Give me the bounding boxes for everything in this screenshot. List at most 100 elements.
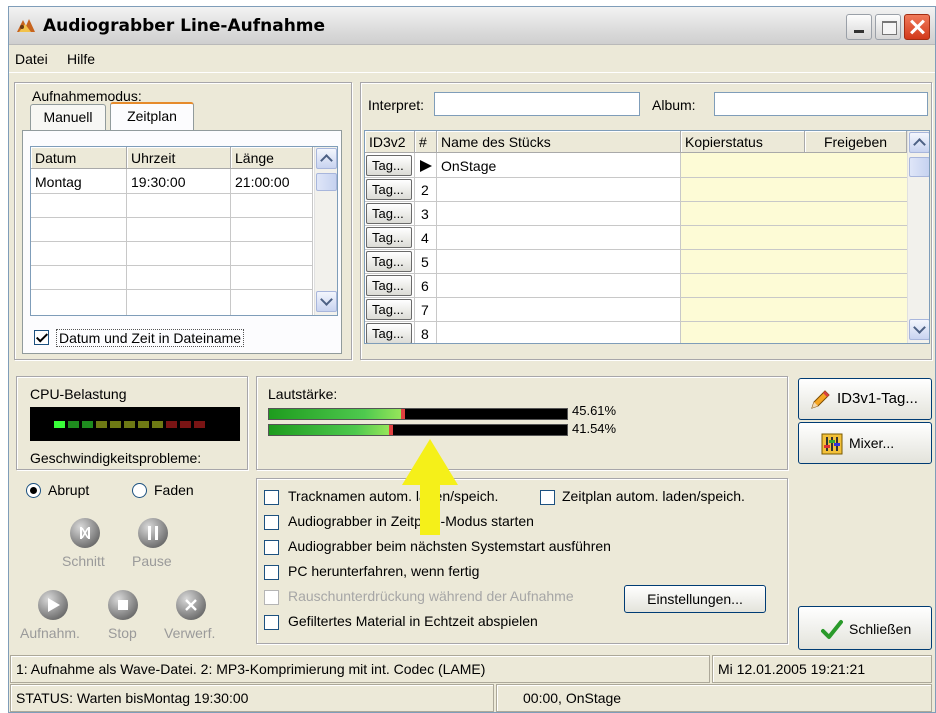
tag-button-row-7[interactable]: Tag... [366,299,412,320]
info-datetime: Mi 12.01.2005 19:21:21 [712,655,932,683]
track-number-row-6: 6 [421,278,429,294]
artist-label: Interpret: [368,97,425,113]
record-label: Aufnahm. [20,625,80,641]
tag-button-row-2[interactable]: Tag... [366,179,412,200]
tab-manual[interactable]: Manuell [30,104,106,130]
record-button[interactable] [38,590,68,620]
id3v1-tag-button[interactable]: ID3v1-Tag... [798,378,932,420]
fade-label[interactable]: Faden [154,482,194,498]
discard-label: Verwerf. [164,625,216,641]
track-number-row-8: 8 [421,326,429,342]
volume-title: Lautstärke: [268,386,338,402]
volume-meter-right [268,424,568,436]
tag-button-row-1[interactable]: Tag... [366,155,412,176]
track-names-autoload-checkbox[interactable] [264,490,279,505]
artist-input[interactable] [434,92,640,116]
scroll-up-arrow-icon[interactable] [909,132,929,153]
tab-schedule[interactable]: Zeitplan [110,102,194,130]
mixer-icon [821,433,843,455]
column-header-track-name[interactable]: Name des Stücks [437,131,681,153]
column-header-id3v2[interactable]: ID3v2 [365,131,415,153]
window-title: Audiograbber Line-Aufnahme [43,16,326,36]
schedule-scrollbar[interactable] [314,147,337,315]
abrupt-label[interactable]: Abrupt [48,482,89,498]
mixer-label: Mixer... [849,435,895,451]
column-header-copy-status[interactable]: Kopierstatus [681,131,805,153]
stop-button[interactable] [108,590,138,620]
shutdown-when-done-label[interactable]: PC herunterfahren, wenn fertig [288,563,479,579]
cpu-meter [30,407,240,441]
column-header-length[interactable]: Länge [231,147,313,169]
start-schedule-mode-checkbox[interactable] [264,515,279,530]
track-number-row-4: 4 [421,230,429,246]
menu-bar: Datei Hilfe [9,46,935,73]
track-name-row-1[interactable]: OnStage [441,158,496,174]
date-in-filename-label[interactable]: Datum und Zeit in Dateiname [56,329,245,347]
status-text: STATUS: Warten bisMontag 19:30:00 [10,684,494,712]
pause-button[interactable] [138,518,168,548]
fade-radio[interactable] [132,483,147,498]
settings-button[interactable]: Einstellungen... [624,585,766,613]
cut-icon [80,527,90,539]
mixer-button[interactable]: Mixer... [798,422,932,464]
volume-left-value: 45.61% [572,403,617,418]
column-header-number[interactable]: # [415,131,437,153]
abrupt-radio[interactable] [26,483,41,498]
status-position: 00:00, OnStage [496,684,932,712]
schedule-autoload-label[interactable]: Zeitplan autom. laden/speich. [562,488,745,504]
column-header-share[interactable]: Freigeben [805,131,907,153]
shutdown-when-done-checkbox[interactable] [264,565,279,580]
title-bar: Audiograbber Line-Aufnahme [9,7,935,45]
discard-button[interactable] [176,590,206,620]
run-at-startup-checkbox[interactable] [264,540,279,555]
scroll-thumb[interactable] [316,173,337,191]
track-table[interactable]: ID3v2 # Name des Stücks Kopierstatus Fre… [364,130,930,344]
tag-button-row-5[interactable]: Tag... [366,251,412,272]
info-message: 1: Aufnahme als Wave-Datei. 2: MP3-Kompr… [10,655,710,683]
menu-file[interactable]: Datei [15,51,48,67]
track-number-row-2: 2 [421,182,429,198]
run-at-startup-label[interactable]: Audiograbber beim nächsten Systemstart a… [288,538,611,554]
tag-button-row-6[interactable]: Tag... [366,275,412,296]
maximize-button[interactable] [875,14,901,40]
tag-button-row-4[interactable]: Tag... [366,227,412,248]
scroll-down-arrow-icon[interactable] [316,291,337,312]
close-button[interactable]: Schließen [798,606,932,650]
schedule-table[interactable]: Datum Uhrzeit Länge Montag 19:30:00 21:0… [30,146,338,316]
column-header-date[interactable]: Datum [31,147,127,169]
close-window-button[interactable] [904,14,930,40]
scroll-thumb[interactable] [909,157,929,177]
minimize-button[interactable] [846,14,872,40]
menu-help[interactable]: Hilfe [67,51,95,67]
schedule-cell-length[interactable]: 21:00:00 [235,174,290,190]
schedule-cell-time[interactable]: 19:30:00 [131,174,186,190]
cut-button[interactable] [70,518,100,548]
speed-problems-label: Geschwindigkeitsprobleme: [30,450,202,466]
schedule-cell-date[interactable]: Montag [35,174,82,190]
cut-label: Schnitt [62,553,105,569]
pause-icon [148,526,158,540]
volume-meter-left [268,408,568,420]
schedule-autoload-checkbox[interactable] [540,490,555,505]
track-scrollbar[interactable] [907,131,929,343]
noise-reduction-checkbox[interactable] [264,590,279,605]
track-names-autoload-label[interactable]: Tracknamen autom. laden/speich. [288,488,498,504]
column-header-time[interactable]: Uhrzeit [127,147,231,169]
volume-peak-right [388,425,393,435]
tag-button-row-8[interactable]: Tag... [366,323,412,343]
track-number-row-3: 3 [421,206,429,222]
track-number-row-5: 5 [421,254,429,270]
scroll-down-arrow-icon[interactable] [909,319,929,340]
play-indicator-icon [420,160,432,172]
tag-button-row-3[interactable]: Tag... [366,203,412,224]
album-input[interactable] [714,92,928,116]
scroll-up-arrow-icon[interactable] [316,148,337,169]
noise-reduction-label: Rauschunterdrückung während der Aufnahme [288,588,574,604]
close-label: Schließen [849,621,912,637]
date-in-filename-checkbox[interactable] [34,330,49,345]
play-icon [48,598,60,612]
volume-peak-left [400,409,405,419]
realtime-playback-label[interactable]: Gefiltertes Material in Echtzeit abspiel… [288,613,538,629]
checkmark-icon [821,620,843,639]
realtime-playback-checkbox[interactable] [264,615,279,630]
